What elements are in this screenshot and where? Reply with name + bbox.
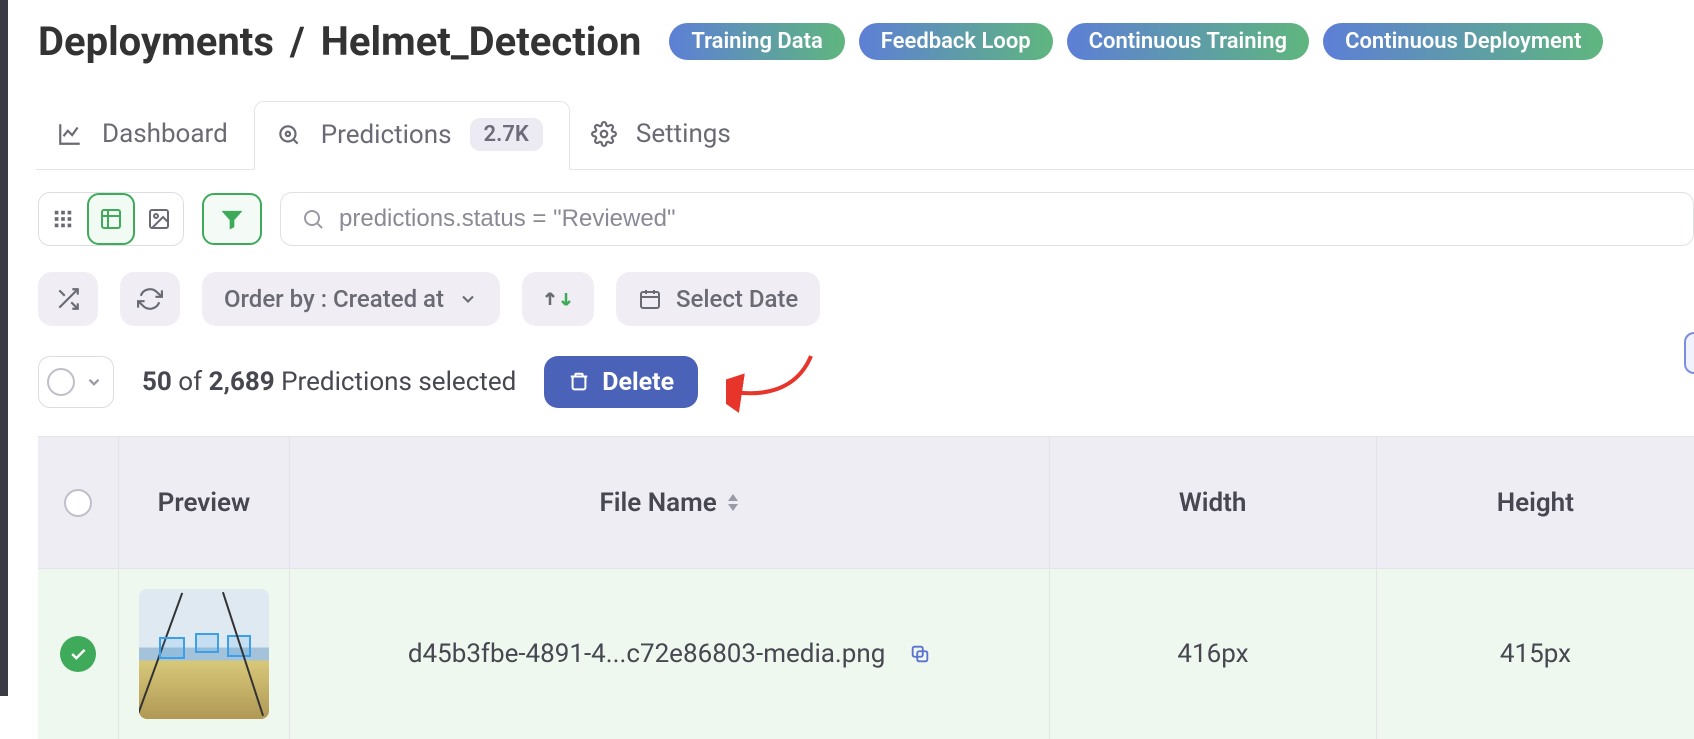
header-preview[interactable]: Preview bbox=[119, 437, 289, 568]
search-input[interactable] bbox=[339, 205, 1673, 233]
refresh-button[interactable] bbox=[120, 272, 180, 326]
selection-summary: 50 of 2,689 Predictions selected bbox=[142, 367, 516, 397]
chevron-down-icon bbox=[85, 373, 103, 391]
sort-icon bbox=[727, 494, 739, 511]
row-width: 416px bbox=[1050, 569, 1377, 739]
pill-feedback-loop[interactable]: Feedback Loop bbox=[859, 23, 1053, 60]
tab-settings[interactable]: Settings bbox=[570, 103, 757, 167]
view-grid-button[interactable] bbox=[39, 193, 87, 245]
pill-continuous-deployment[interactable]: Continuous Deployment bbox=[1323, 23, 1603, 60]
selection-circle-icon bbox=[47, 368, 75, 396]
row-height: 415px bbox=[1377, 569, 1694, 739]
check-icon bbox=[60, 636, 96, 672]
chart-line-icon bbox=[56, 120, 84, 148]
tab-dashboard[interactable]: Dashboard bbox=[36, 103, 254, 167]
pill-continuous-training[interactable]: Continuous Training bbox=[1067, 23, 1309, 60]
selection-dropdown[interactable] bbox=[38, 356, 114, 408]
row-checkbox[interactable] bbox=[38, 569, 119, 739]
search-input-wrap[interactable] bbox=[280, 192, 1694, 246]
predictions-count-badge: 2.7K bbox=[470, 118, 543, 151]
header-select-all[interactable] bbox=[38, 437, 119, 568]
table-header: Preview File Name Width Height bbox=[38, 437, 1694, 569]
delete-button-label: Delete bbox=[602, 368, 674, 397]
order-by-button[interactable]: Order by : Created at bbox=[202, 272, 500, 326]
tab-predictions-label: Predictions bbox=[321, 120, 452, 150]
app-leftbar bbox=[0, 0, 8, 696]
breadcrumb: Deployments / Helmet_Detection bbox=[38, 18, 641, 65]
view-table-button[interactable] bbox=[87, 193, 135, 245]
sort-direction-button[interactable] bbox=[522, 272, 594, 326]
select-date-label: Select Date bbox=[676, 285, 798, 313]
table-row[interactable]: d45b3fbe-4891-4...c72e86803-media.png 41… bbox=[38, 569, 1694, 739]
row-preview[interactable] bbox=[119, 569, 290, 739]
gear-icon bbox=[590, 120, 618, 148]
view-image-button[interactable] bbox=[135, 193, 183, 245]
target-search-icon bbox=[275, 121, 303, 149]
shuffle-button[interactable] bbox=[38, 272, 98, 326]
selection-total: 2,689 bbox=[209, 367, 275, 397]
predictions-table: Preview File Name Width Height bbox=[38, 436, 1694, 739]
thumbnail-image bbox=[139, 589, 269, 719]
tab-predictions[interactable]: Predictions 2.7K bbox=[254, 101, 570, 170]
side-panel-edge[interactable] bbox=[1684, 332, 1694, 374]
calendar-icon bbox=[638, 287, 662, 311]
row-filename-cell: d45b3fbe-4891-4...c72e86803-media.png bbox=[290, 569, 1050, 739]
selection-count: 50 bbox=[142, 367, 172, 397]
trash-icon bbox=[568, 371, 590, 393]
view-mode-group bbox=[38, 192, 184, 246]
header-filename[interactable]: File Name bbox=[290, 437, 1050, 568]
chevron-down-icon bbox=[458, 289, 478, 309]
order-by-label: Order by : Created at bbox=[224, 285, 444, 313]
filter-button[interactable] bbox=[202, 193, 262, 245]
header-width[interactable]: Width bbox=[1050, 437, 1377, 568]
breadcrumb-current: Helmet_Detection bbox=[321, 18, 642, 65]
tab-dashboard-label: Dashboard bbox=[102, 119, 228, 149]
select-date-button[interactable]: Select Date bbox=[616, 272, 820, 326]
header-height[interactable]: Height bbox=[1377, 437, 1694, 568]
annotation-arrow bbox=[726, 352, 816, 412]
search-icon bbox=[301, 207, 325, 231]
breadcrumb-root[interactable]: Deployments bbox=[38, 18, 274, 65]
copy-icon[interactable] bbox=[909, 643, 931, 665]
tab-settings-label: Settings bbox=[636, 119, 731, 149]
pill-training-data[interactable]: Training Data bbox=[669, 23, 844, 60]
breadcrumb-separator: / bbox=[290, 18, 305, 65]
circle-icon bbox=[64, 489, 92, 517]
row-filename: d45b3fbe-4891-4...c72e86803-media.png bbox=[408, 639, 886, 669]
delete-button[interactable]: Delete bbox=[544, 356, 698, 408]
